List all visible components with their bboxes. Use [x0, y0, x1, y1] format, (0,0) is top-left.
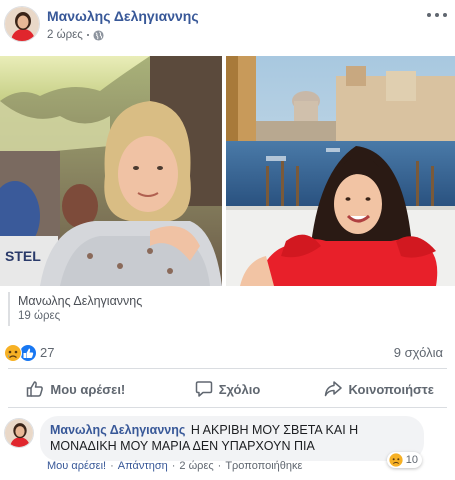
comment-actions: Μου αρέσει! · Απάντηση · 2 ώρες · Τροποπ…: [47, 460, 302, 472]
share-button[interactable]: Κοινοποιήστε: [303, 373, 455, 405]
commenter-name[interactable]: Μανωλης Δεληγιαννης: [50, 423, 185, 437]
like-reaction-icon: [19, 344, 37, 362]
shared-post-time[interactable]: 19 ώρες: [18, 310, 448, 322]
comment-reaction-count: 10: [405, 454, 418, 466]
reaction-count[interactable]: 27: [40, 345, 54, 360]
divider: [8, 407, 447, 408]
comment-reactions[interactable]: 10: [386, 452, 422, 468]
post-time[interactable]: 2 ώρες: [47, 29, 83, 41]
author-name[interactable]: Μανωλης Δεληγιαννης: [47, 8, 199, 24]
separator-dot: [86, 34, 89, 36]
comment-item: Μανωλης Δεληγιαννης Η ΑΚΡΙΒΗ ΜΟΥ ΣΒΕΤΑ Κ…: [0, 412, 455, 480]
post-actions: Μου αρέσει! Σχόλιο Κοινοποιήστε: [0, 373, 455, 405]
reactions-bar: 27 9 σχόλια: [0, 340, 455, 366]
comment-label: Σχόλιο: [218, 381, 261, 397]
author-avatar[interactable]: [4, 6, 40, 42]
comment-bubble: Μανωλης Δεληγιαννης Η ΑΚΡΙΒΗ ΜΟΥ ΣΒΕΤΑ Κ…: [40, 416, 424, 461]
separator-dot: ·: [171, 460, 176, 472]
photo-woman-restaurant[interactable]: STEL: [0, 56, 222, 286]
globe-icon[interactable]: [93, 29, 104, 41]
post-header: Μανωλης Δεληγιαννης 2 ώρες: [0, 0, 455, 52]
commenter-avatar[interactable]: [4, 418, 34, 448]
more-options-icon[interactable]: [427, 6, 447, 24]
reaction-icons[interactable]: [4, 344, 38, 362]
sad-reaction-icon: [389, 453, 403, 467]
photo-girl-venice-mural[interactable]: [226, 56, 455, 286]
comment-like-link[interactable]: Μου αρέσει!: [47, 460, 106, 472]
like-label: Μου αρέσει!: [50, 381, 126, 397]
separator-dot: ·: [110, 460, 114, 472]
shared-author-name[interactable]: Μανωλης Δεληγιαννης: [18, 294, 448, 308]
post-meta: 2 ώρες: [47, 29, 104, 41]
divider: [8, 368, 447, 369]
comment-button[interactable]: Σχόλιο: [152, 373, 304, 405]
thumbs-up-icon: [27, 381, 44, 397]
comment-count[interactable]: 9 σχόλια: [394, 345, 443, 360]
share-icon: [325, 381, 343, 397]
comment-icon: [195, 381, 212, 397]
svg-text:STEL: STEL: [5, 248, 41, 264]
comment-time[interactable]: 2 ώρες: [179, 460, 213, 472]
separator-dot: ·: [217, 460, 222, 472]
shared-post-reference: Μανωλης Δεληγιαννης 19 ώρες: [8, 292, 448, 326]
comment-reply-link[interactable]: Απάντηση: [118, 460, 168, 472]
sad-reaction-icon: [4, 344, 22, 362]
like-button[interactable]: Μου αρέσει!: [0, 373, 152, 405]
comment-edited-label[interactable]: Τροποποιήθηκε: [225, 460, 302, 472]
share-label: Κοινοποιήστε: [348, 381, 434, 397]
post-photos: STEL: [0, 56, 455, 286]
